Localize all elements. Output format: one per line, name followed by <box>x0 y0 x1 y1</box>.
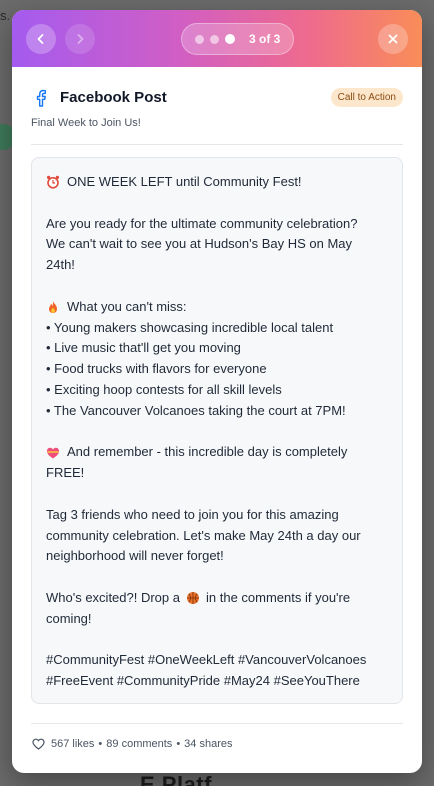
post-line <box>46 630 388 651</box>
close-button[interactable] <box>378 24 408 54</box>
post-line: 24th! <box>46 255 388 276</box>
comments-count: 89 comments <box>106 738 173 750</box>
post-body: ONE WEEK LEFT until Community Fest! Are y… <box>46 172 388 692</box>
post-line-text: 24th! <box>46 257 75 273</box>
modal-header: 3 of 3 <box>12 10 422 67</box>
post-subtitle: Final Week to Join Us! <box>31 117 141 129</box>
divider <box>31 723 403 724</box>
post-line-text: #CommunityFest #OneWeekLeft #VancouverVo… <box>46 652 367 668</box>
post-line: What you can't miss: <box>46 297 388 318</box>
post-line-text: in the comments if you're <box>206 589 351 605</box>
post-line: • The Vancouver Volcanoes taking the cou… <box>46 401 388 422</box>
post-line-text: • Young makers showcasing incredible loc… <box>46 319 334 335</box>
post-line: • Food trucks with flavors for everyone <box>46 359 388 380</box>
post-line: • Exciting hoop contests for all skill l… <box>46 380 388 401</box>
previous-button[interactable] <box>26 24 56 54</box>
background-heading: E Platf <box>140 772 212 786</box>
post-line-text: • Live music that'll get you moving <box>46 340 241 356</box>
post-line <box>46 193 388 214</box>
divider <box>31 144 403 145</box>
post-content: ONE WEEK LEFT until Community Fest! Are y… <box>31 157 403 704</box>
post-line: Are you ready for the ultimate community… <box>46 214 388 235</box>
next-button[interactable] <box>65 24 95 54</box>
post-preview-modal: 3 of 3 Facebook Post Call to Action Fina… <box>12 10 422 773</box>
post-line: community celebration. Let's make May 24… <box>46 526 388 547</box>
separator: • <box>176 738 181 750</box>
post-line: ONE WEEK LEFT until Community Fest! <box>46 172 388 193</box>
post-line-text: #FreeEvent #CommunityPride #May24 #SeeYo… <box>46 673 360 689</box>
post-platform-title: Facebook Post <box>60 89 167 106</box>
post-line: #CommunityFest #OneWeekLeft #VancouverVo… <box>46 650 388 671</box>
post-line: #FreeEvent #CommunityPride #May24 #SeeYo… <box>46 671 388 692</box>
post-line-text: Who's excited?! Drop a <box>46 589 180 605</box>
post-line-text: Are you ready for the ultimate community… <box>46 215 358 231</box>
post-line-text: ONE WEEK LEFT until Community Fest! <box>67 174 302 189</box>
post-line-text: What you can't miss: <box>67 298 187 314</box>
post-line <box>46 276 388 297</box>
page-dot-2[interactable] <box>210 34 219 44</box>
separator: • <box>98 738 103 750</box>
chevron-right-icon <box>77 34 84 44</box>
post-line-text: • Exciting hoop contests for all skill l… <box>46 381 282 397</box>
post-line-text: And remember - this incredible day is co… <box>67 444 348 460</box>
engagement-stats: 567 likes • 89 comments • 34 shares <box>32 738 232 750</box>
chevron-left-icon <box>37 34 44 44</box>
post-line: Who's excited?! Drop a in the comments if… <box>46 588 388 609</box>
close-icon <box>388 34 398 44</box>
likes-count: 567 likes <box>51 738 95 750</box>
page-counter: 3 of 3 <box>249 32 281 46</box>
page-dot-3[interactable] <box>225 34 235 44</box>
post-line: • Live music that'll get you moving <box>46 338 388 359</box>
post-line: • Young makers showcasing incredible loc… <box>46 318 388 339</box>
post-line: Tag 3 friends who need to join you for t… <box>46 505 388 526</box>
post-line-text: We can't wait to see you at Hudson's Bay… <box>46 236 353 252</box>
shares-count: 34 shares <box>184 738 233 750</box>
post-line <box>46 484 388 505</box>
post-line-text: Tag 3 friends who need to join you for t… <box>46 506 339 522</box>
heart-ribbon-icon <box>46 446 60 460</box>
post-type-badge: Call to Action <box>330 88 403 107</box>
post-line <box>46 422 388 443</box>
post-line <box>46 567 388 588</box>
post-line-text: neighborhood will never forget! <box>46 548 224 564</box>
fire-icon <box>46 300 60 314</box>
post-line-text: FREE! <box>46 465 85 481</box>
post-line: neighborhood will never forget! <box>46 546 388 567</box>
facebook-icon <box>36 89 46 107</box>
post-line-text: • Food trucks with flavors for everyone <box>46 361 267 377</box>
post-line: We can't wait to see you at Hudson's Bay… <box>46 234 388 255</box>
heart-icon[interactable] <box>32 738 45 750</box>
page-indicator: 3 of 3 <box>181 23 294 55</box>
post-line-text: community celebration. Let's make May 24… <box>46 527 361 543</box>
post-line-text: coming! <box>46 610 92 626</box>
post-line: And remember - this incredible day is co… <box>46 442 388 463</box>
post-line: coming! <box>46 609 388 630</box>
basketball-icon <box>186 591 200 605</box>
page-dot-1[interactable] <box>195 34 204 44</box>
post-line: FREE! <box>46 463 388 484</box>
alarm-clock-icon <box>46 175 60 189</box>
post-line-text: • The Vancouver Volcanoes taking the cou… <box>46 402 346 418</box>
